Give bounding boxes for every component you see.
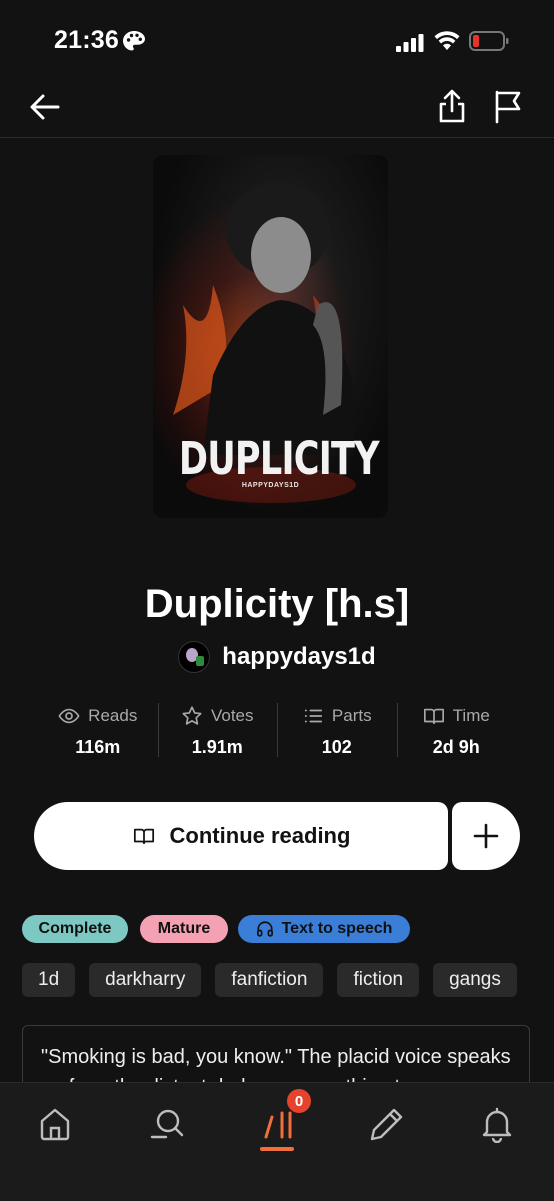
stat-label: Time <box>452 706 490 725</box>
list-icon <box>304 709 322 723</box>
pencil-icon[interactable] <box>368 1105 406 1143</box>
cover-title: DUPLICITY <box>178 432 380 485</box>
home-icon[interactable] <box>36 1105 74 1143</box>
star-icon <box>182 706 202 725</box>
stat-votes: Votes 1.91m <box>157 703 278 759</box>
stat-value: 2d 9h <box>432 737 480 757</box>
active-tab-indicator <box>260 1147 294 1151</box>
author-avatar[interactable] <box>178 641 211 673</box>
tag-chip[interactable]: fiction <box>337 963 420 997</box>
search-icon[interactable] <box>148 1105 186 1143</box>
text-to-speech-button[interactable]: Text to speech <box>238 915 410 943</box>
cover-author: HAPPYDAYS1D <box>241 482 300 489</box>
book-icon <box>133 828 154 845</box>
tag-chip[interactable]: fanfiction <box>215 963 324 997</box>
stat-time: Time 2d 9h <box>396 703 517 759</box>
book-icon <box>423 708 444 725</box>
share-icon[interactable] <box>436 88 468 124</box>
back-arrow-icon[interactable] <box>28 90 62 124</box>
stat-label: Parts <box>331 706 372 725</box>
stat-value: 102 <box>321 737 352 757</box>
bottom-nav: 0 <box>0 1082 554 1201</box>
continue-reading-label: Continue reading <box>169 823 351 848</box>
stat-value: 116m <box>75 737 121 757</box>
tag-chip[interactable]: darkharry <box>89 963 202 997</box>
headphones-icon <box>256 921 273 937</box>
author-name[interactable]: happydays1d <box>222 643 375 671</box>
complete-badge: Complete <box>22 915 128 943</box>
stat-parts: Parts 102 <box>277 703 397 759</box>
book-cover[interactable]: DUPLICITY HAPPYDAYS1D <box>153 155 388 518</box>
stat-reads: Reads 116m <box>38 703 158 759</box>
story-title: Duplicity [h.s] <box>144 582 410 626</box>
palette-icon <box>123 31 145 51</box>
tag-chip[interactable]: gangs <box>433 963 517 997</box>
author-row[interactable]: happydays1d <box>0 641 554 673</box>
eye-icon <box>58 708 80 724</box>
tag-chip[interactable]: 1d <box>22 963 76 997</box>
bell-icon[interactable] <box>478 1105 516 1143</box>
battery-low-icon <box>469 31 509 51</box>
mature-badge: Mature <box>140 915 228 943</box>
story-stats: Reads 116m Votes 1.91m Parts 102 Time 2d… <box>38 703 516 759</box>
plus-icon <box>473 823 499 849</box>
stat-label: Votes <box>210 706 254 725</box>
flag-icon[interactable] <box>492 88 524 124</box>
signal-icon <box>396 34 424 52</box>
header-divider <box>0 137 554 138</box>
stat-label: Reads <box>88 706 138 725</box>
tag-list: 1d darkharry fanfiction fiction gangs <box>22 963 517 997</box>
text-to-speech-label: Text to speech <box>281 920 393 937</box>
wifi-icon <box>434 31 460 50</box>
stat-value: 1.91m <box>191 737 243 757</box>
library-notification-badge: 0 <box>287 1089 311 1113</box>
continue-reading-button[interactable]: Continue reading <box>34 802 448 870</box>
add-to-library-button[interactable] <box>452 802 520 870</box>
status-time: 21:36 <box>54 26 119 54</box>
